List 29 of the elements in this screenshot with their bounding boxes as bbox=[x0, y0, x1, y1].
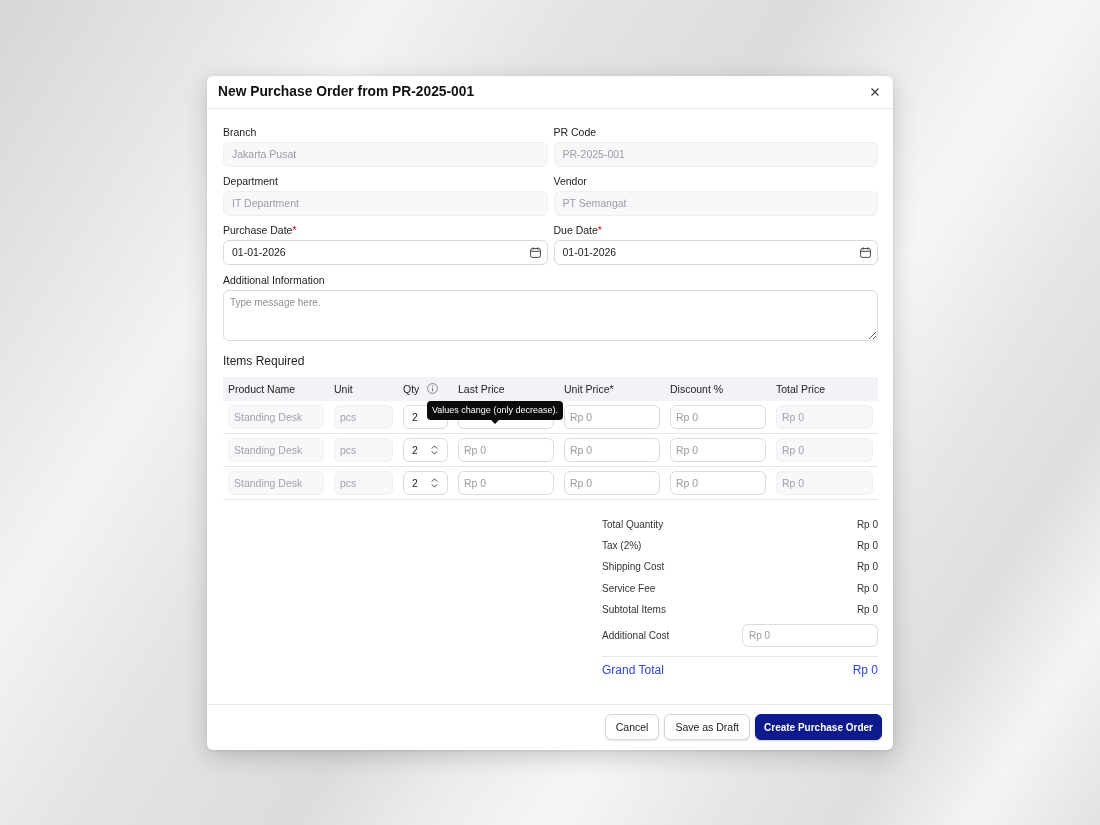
summary-label: Total Quantity bbox=[602, 518, 664, 530]
summary-label: Shipping Cost bbox=[602, 561, 665, 573]
summary-value: Rp 0 bbox=[856, 518, 878, 530]
section-title: Items Required bbox=[223, 353, 306, 368]
field-label: Purchase Date* bbox=[223, 223, 298, 237]
field-label: Additional Information bbox=[223, 273, 326, 287]
summary-label: Additional Cost bbox=[602, 630, 670, 641]
column-header: Unit Price* bbox=[564, 382, 614, 395]
column-header: Discount % bbox=[670, 382, 724, 395]
summary-label: Service Fee bbox=[602, 582, 656, 594]
summary-value: Rp 0 bbox=[856, 603, 878, 615]
field-label: Branch bbox=[223, 125, 258, 139]
column-header: Unit bbox=[334, 382, 353, 395]
field-label: Vendor bbox=[553, 174, 588, 188]
column-header: Qty bbox=[403, 382, 420, 395]
summary-value: Rp 0 bbox=[856, 561, 878, 573]
summary-value: Rp 0 bbox=[856, 539, 878, 551]
dialog-title: New Purchase Order from PR-2025-001 bbox=[218, 84, 475, 99]
column-header: Total Price bbox=[776, 382, 826, 395]
grand-total-value: Rp 0 bbox=[852, 663, 878, 677]
summary-value: Rp 0 bbox=[856, 582, 878, 594]
summary-label: Tax (2%) bbox=[602, 539, 642, 551]
column-header: Last Price bbox=[458, 382, 505, 395]
column-header: Product Name bbox=[228, 382, 296, 395]
summary-label: Subtotal Items bbox=[602, 603, 666, 615]
field-label: PR Code bbox=[553, 125, 598, 139]
field-label: Department bbox=[223, 174, 279, 188]
grand-total-label: Grand Total bbox=[602, 663, 664, 677]
field-label: Due Date* bbox=[553, 223, 603, 237]
